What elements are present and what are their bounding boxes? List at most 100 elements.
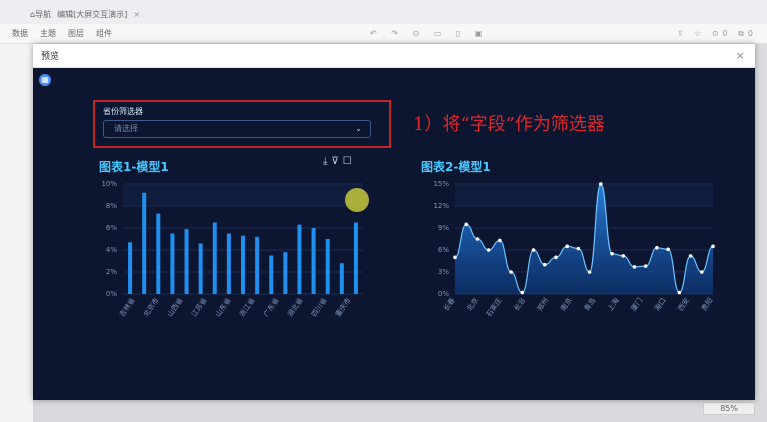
bar — [269, 255, 274, 294]
x-tick-label: 郑州 — [536, 297, 551, 313]
left-panel — [0, 44, 33, 422]
x-tick-label: 西安 — [676, 296, 691, 313]
x-tick-label: 广东省 — [261, 296, 280, 318]
x-tick-label: 海口 — [652, 296, 667, 313]
bar — [212, 222, 217, 294]
data-point — [688, 254, 693, 258]
data-point — [610, 251, 614, 256]
band — [123, 184, 363, 206]
x-tick-label: 吉林省 — [117, 296, 136, 318]
modal-title: 预览 — [41, 52, 60, 62]
y-tick-label: 12% — [433, 202, 449, 210]
tab-data[interactable]: 数据 — [12, 28, 28, 39]
data-point — [498, 238, 502, 243]
bar — [226, 233, 231, 294]
bar — [353, 222, 358, 294]
y-tick-label: 15% — [433, 180, 449, 188]
select-placeholder: 请选择 — [114, 124, 138, 133]
x-tick-label: 长治 — [512, 296, 527, 313]
bar — [241, 235, 245, 294]
grid-icon[interactable]: ▦ — [39, 74, 51, 86]
tab-layers[interactable]: 图层 — [68, 28, 84, 39]
y-tick-label: 0% — [106, 290, 117, 298]
data-point — [565, 244, 569, 249]
pointer-highlight — [345, 188, 369, 212]
data-point — [655, 246, 659, 250]
home-label[interactable]: 导航 — [35, 9, 51, 20]
band — [455, 184, 713, 206]
x-tick-label: 贵阳 — [699, 296, 714, 313]
undo-redo-icons[interactable]: ↶ ↷ ⊙ ▭ ▯ ▣ — [370, 29, 488, 38]
data-point — [643, 264, 648, 268]
status-bar — [33, 400, 767, 422]
y-tick-label: 4% — [106, 246, 117, 254]
browser-tab[interactable]: 编辑[大屏交互演示] × — [57, 9, 140, 20]
chart2: 15% 12% 9% 6% 3% 0%长春 北京 石家庄 长治 郑州 南京 青岛 上海 厦门 海口 西安 贵阳 — [433, 180, 715, 318]
data-point — [599, 182, 603, 186]
zoom-select[interactable]: 85% — [703, 402, 755, 415]
y-tick-label: 8% — [106, 202, 117, 210]
bar — [170, 233, 175, 294]
x-tick-label: 山西省 — [165, 296, 184, 318]
bar — [325, 239, 330, 294]
data-point — [464, 222, 469, 227]
data-point — [632, 265, 637, 269]
y-tick-label: 3% — [438, 268, 449, 276]
x-tick-label: 湖北省 — [285, 296, 304, 318]
data-point — [666, 247, 670, 252]
chart1-toolbar-icons[interactable]: ⤓⊽☐ — [323, 156, 356, 167]
x-tick-label: 青岛 — [582, 296, 597, 313]
province-filter: 省份筛选器 请选择 ⌄ — [93, 100, 391, 148]
data-point — [542, 262, 547, 267]
component-button[interactable]: 组件 — [96, 28, 112, 39]
bar — [128, 242, 133, 294]
chart2-title: 图表2-模型1 — [421, 160, 491, 174]
x-tick-label: 石家庄 — [484, 296, 503, 318]
data-point — [576, 246, 581, 251]
x-tick-label: 江苏省 — [189, 296, 208, 318]
data-point — [699, 270, 704, 274]
toolbar-right-icons[interactable]: ⇪ ☆ ⊙0 ⧉0 — [677, 29, 757, 39]
chevron-down-icon: ⌄ — [355, 124, 362, 133]
data-point — [621, 254, 626, 258]
data-point — [520, 290, 525, 295]
data-point — [677, 290, 682, 295]
preview-modal: 预览 × ▦ 省份筛选器 请选择 ⌄ 1）将“字段”作为筛选器 图表1-模型1 … — [33, 44, 755, 400]
data-point — [453, 255, 457, 260]
bar — [311, 228, 316, 294]
y-tick-label: 6% — [106, 224, 117, 232]
bar — [184, 229, 189, 294]
y-tick-label: 10% — [101, 180, 117, 188]
tab-label: 编辑[大屏交互演示] — [57, 9, 128, 19]
x-tick-label: 北京 — [465, 296, 480, 313]
close-tab-icon[interactable]: × — [133, 10, 140, 19]
bar — [198, 243, 203, 294]
y-tick-label: 2% — [106, 268, 117, 276]
bar — [297, 224, 302, 294]
bar — [255, 236, 260, 294]
bar — [339, 263, 344, 294]
annotation-text: 1）将“字段”作为筛选器 — [413, 114, 605, 135]
y-tick-label: 6% — [438, 246, 449, 254]
modal-header: 预览 × — [33, 44, 755, 68]
close-icon[interactable]: × — [736, 49, 745, 62]
y-tick-label: 0% — [438, 290, 449, 298]
x-tick-label: 厦门 — [629, 296, 644, 313]
x-tick-label: 四川省 — [309, 296, 328, 318]
data-point — [531, 248, 536, 252]
preview-canvas: ▦ 省份筛选器 请选择 ⌄ 1）将“字段”作为筛选器 图表1-模型1 ⤓⊽☐ 图… — [33, 68, 755, 400]
province-select[interactable]: 请选择 ⌄ — [103, 120, 371, 138]
x-tick-label: 南京 — [559, 296, 574, 313]
chart1-title: 图表1-模型1 — [99, 160, 169, 174]
x-tick-label: 上海 — [605, 296, 620, 313]
data-point — [486, 248, 491, 252]
tab-theme[interactable]: 主题 — [40, 28, 56, 39]
bar — [283, 252, 288, 294]
bar — [156, 213, 161, 294]
x-tick-label: 长春 — [441, 296, 456, 313]
data-point — [475, 237, 480, 241]
x-tick-label: 北京市 — [141, 296, 160, 318]
data-point — [587, 270, 592, 274]
filter-label: 省份筛选器 — [103, 107, 143, 116]
x-tick-label: 浙江省 — [237, 296, 256, 318]
